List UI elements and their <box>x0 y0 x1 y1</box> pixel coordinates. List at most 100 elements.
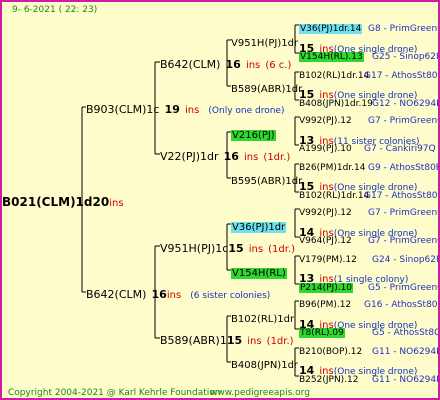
gen3-node[interactable]: V36(PJ)1dr <box>231 218 287 234</box>
gen2-name: B642(CLM) <box>160 58 221 71</box>
gen1-ins: ins <box>166 290 182 301</box>
gen1-node[interactable]: B642(CLM) 16ins (6 sister colonies) <box>86 286 270 303</box>
gen4-code: G11 - NO6294R <box>372 370 440 387</box>
gen2-note: (1dr.) <box>268 244 296 255</box>
gen4-ancestry: G7 - PrimGreen00 <box>368 208 438 218</box>
gen1-node[interactable]: B903(CLM)1c 19 ins (Only one drone) <box>86 101 284 118</box>
gen3-name: B595(ABR)1dr <box>231 176 303 187</box>
gen4-node[interactable]: T8(RL).09 <box>299 323 345 340</box>
gen4-name: B252(JPN).12 <box>299 375 359 385</box>
gen4-ancestry: G12 - NO6294R <box>372 99 440 109</box>
gen1-note: (Only one drone) <box>208 106 285 116</box>
gen4-code: G5 - PrimGreen00 <box>368 278 438 295</box>
gen2-node[interactable]: B589(ABR)115 ins (1dr.) <box>160 332 294 348</box>
gen4-ancestry: G11 - NO6294R <box>372 347 440 357</box>
pedigree-chart: 9- 6-2021 ( 22: 23) Copyright 2004-2021 … <box>0 0 440 400</box>
gen3-node[interactable]: V154H(RL) <box>231 264 287 280</box>
gen3-name: V951H(PJ)1dr <box>231 38 299 49</box>
gen4-code: G17 - AthosSt80R <box>364 66 440 83</box>
gen4-node[interactable]: V992(PJ).12 <box>299 111 352 128</box>
gen3-name: V36(PJ)1dr <box>231 222 287 233</box>
gen1-note: (6 sister colonies) <box>190 291 271 301</box>
gen3-name: V216(PJ) <box>231 130 276 141</box>
gen4-name: B102(RL)1dr.14 <box>299 71 370 81</box>
copyright-text: Copyright 2004-2021 @ Karl Kehrle Founda… <box>8 388 221 398</box>
gen3-node[interactable]: B408(JPN)1dr <box>231 356 298 372</box>
gen3-name: V154H(RL) <box>231 268 287 279</box>
gen2-node[interactable]: B642(CLM) 16 ins (6 c.) <box>160 56 291 72</box>
root-num: 20 <box>92 195 110 209</box>
gen2-node[interactable]: V22(PJ)1dr 16 ins (1dr.) <box>160 148 290 164</box>
gen3-node[interactable]: V951H(PJ)1dr <box>231 34 298 50</box>
gen3-node[interactable]: B595(ABR)1dr <box>231 172 302 188</box>
gen2-ins: ins <box>245 60 261 71</box>
gen4-code: G16 - AthosSt80R <box>364 295 440 312</box>
gen1-num: 16 <box>151 288 167 301</box>
gen4-name: B26(PM)1dr.14 <box>299 163 366 173</box>
gen1-name: B903(CLM)1c <box>86 103 160 116</box>
gen4-code: G5 - AthosSt80R <box>372 323 440 340</box>
gen2-ins: ins <box>247 336 262 347</box>
gen4-name: T8(RL).09 <box>299 328 345 338</box>
gen3-name: B408(JPN)1dr <box>231 360 299 371</box>
gen4-code: G7 - PrimGreen00 <box>368 203 438 220</box>
root-queen[interactable]: B021(CLM)1d20ins <box>2 194 124 210</box>
gen4-node[interactable]: B252(JPN).12 <box>299 370 359 387</box>
gen4-name: B102(RL)1dr.14 <box>299 191 370 201</box>
gen4-name: V964(PJ).12 <box>299 236 352 246</box>
gen2-num: 15 <box>226 334 243 347</box>
gen4-node[interactable]: V964(PJ).12 <box>299 231 352 248</box>
root-name: B021(CLM)1d <box>2 195 93 209</box>
gen4-name: B96(PM).12 <box>299 300 352 310</box>
gen4-name: V992(PJ).12 <box>299 208 352 218</box>
gen4-node[interactable]: B102(RL)1dr.14 <box>299 186 369 203</box>
gen4-node[interactable]: P214(PJ).10 <box>299 278 354 295</box>
gen4-ancestry: G17 - AthosSt80R <box>364 71 440 81</box>
gen4-code: G25 - Sinop62R <box>372 47 438 64</box>
gen4-node[interactable]: V179(PM).12 <box>299 250 357 267</box>
gen4-name: V154H(RL).13 <box>299 52 364 62</box>
gen1-ins: ins <box>184 105 200 116</box>
gen2-note: (6 c.) <box>265 60 292 71</box>
gen2-num: 16 <box>223 150 239 163</box>
gen3-node[interactable]: B102(RL)1dr <box>231 310 294 326</box>
gen4-node[interactable]: B408(JPN)1dr.19 <box>299 94 373 111</box>
gen4-ancestry: G5 - PrimGreen00 <box>368 283 438 293</box>
gen4-code: G24 - Sinop62R <box>372 250 438 267</box>
gen4-code: G17 - AthosSt80R <box>364 186 438 203</box>
site-link[interactable]: www.pedigreeapis.org <box>210 387 310 398</box>
gen4-node[interactable]: A199(PJ).10 <box>299 139 352 156</box>
gen2-note: (1dr.) <box>266 336 294 347</box>
gen4-ancestry: G16 - AthosSt80R <box>364 300 440 310</box>
gen2-ins: ins <box>244 152 259 163</box>
gen4-name: V36(PJ)1dr.14 <box>299 24 363 34</box>
gen4-node[interactable]: V992(PJ).12 <box>299 203 352 220</box>
gen4-code: G7 - PrimGreen00 <box>368 231 438 248</box>
gen4-code: G7 - Cankiri97Q <box>364 139 436 156</box>
gen4-name: V179(PM).12 <box>299 255 357 265</box>
report-date: 9- 6-2021 ( 22: 23) <box>12 5 98 15</box>
gen4-node[interactable]: B102(RL)1dr.14 <box>299 66 369 83</box>
gen4-node[interactable]: V154H(RL).13 <box>299 47 364 64</box>
gen1-num: 19 <box>164 103 180 116</box>
gen1-name: B642(CLM) <box>86 288 147 301</box>
gen4-node[interactable]: B26(PM)1dr.14 <box>299 158 365 175</box>
gen4-node[interactable]: B210(BOP).12 <box>299 342 362 359</box>
gen4-node[interactable]: V36(PJ)1dr.14 <box>299 19 363 36</box>
gen4-code: G12 - NO6294R <box>372 94 440 111</box>
gen2-name: B589(ABR)1 <box>160 334 227 347</box>
gen3-name: B589(ABR)1dr <box>231 84 303 95</box>
gen4-node[interactable]: B96(PM).12 <box>299 295 351 312</box>
gen4-name: B408(JPN)1dr.19 <box>299 99 373 109</box>
gen3-node[interactable]: V216(PJ) <box>231 126 276 142</box>
gen3-node[interactable]: B589(ABR)1dr <box>231 80 302 96</box>
gen2-name: V951H(PJ)1c <box>160 242 229 255</box>
gen4-code: G11 - NO6294R <box>372 342 440 359</box>
gen4-ancestry: G7 - PrimGreen00 <box>368 116 438 126</box>
gen2-num: 15 <box>228 242 244 255</box>
gen4-code: G9 - AthosSt80R <box>368 158 438 175</box>
gen2-node[interactable]: V951H(PJ)1c15 ins (1dr.) <box>160 240 295 256</box>
gen4-ancestry: G5 - AthosSt80R <box>372 328 440 338</box>
gen4-name: A199(PJ).10 <box>299 144 352 154</box>
gen4-ancestry: G11 - NO6294R <box>372 375 440 385</box>
